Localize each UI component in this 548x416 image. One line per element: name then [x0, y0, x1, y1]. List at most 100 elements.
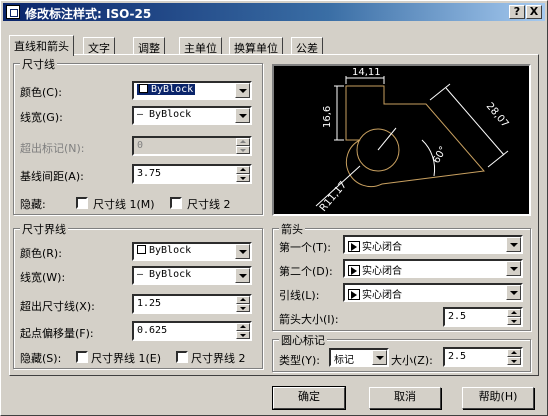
dim-right-text: 28,07	[484, 101, 511, 130]
ext-beyond-label: 超出尺寸线(X):	[20, 300, 95, 313]
color-swatch-icon	[139, 84, 148, 93]
chevron-down-icon[interactable]	[235, 83, 250, 98]
title-bar[interactable]: 修改标注样式: ISO-25 ? X	[3, 3, 545, 21]
spin-down-icon[interactable]	[507, 317, 521, 325]
arrow-second-value: 实心闭合	[348, 262, 402, 277]
ext-offset-label: 起点偏移量(F):	[20, 327, 94, 340]
tab-tolerances[interactable]: 公差	[291, 37, 323, 55]
dim-baseline-stepper[interactable]: 3.75	[132, 164, 252, 184]
ext-line	[429, 83, 451, 101]
preview-part-outline	[345, 85, 485, 188]
arrow-first-text: 实心闭合	[362, 242, 402, 253]
spin-down-icon	[236, 146, 250, 154]
help-button[interactable]: 帮助(H)	[462, 387, 534, 409]
arrow-leader-select[interactable]: 实心闭合	[343, 283, 523, 302]
dimension-lines-group: 尺寸线 颜色(C): ByBlock 线宽(G): — ByBlock 超出标记…	[13, 56, 263, 215]
ext-offset-value: 0.625	[137, 325, 168, 336]
tab-text[interactable]: 文字	[83, 37, 115, 55]
suppress-dim-line-1-checkbox[interactable]	[76, 197, 88, 209]
dim-baseline-value: 3.75	[137, 168, 162, 179]
dim-color-label: 颜色(C):	[20, 86, 62, 99]
chevron-down-icon[interactable]	[372, 350, 387, 365]
arrow-size-value: 2.5	[448, 311, 467, 322]
chevron-down-icon[interactable]	[506, 285, 521, 300]
dim-color-text: ByBlock	[151, 84, 194, 95]
chevron-down-icon[interactable]	[506, 237, 521, 252]
dim-top-text: 14,11	[352, 67, 381, 78]
extension-lines-group: 尺寸界线 颜色(R): ByBlock 线宽(W): — ByBlock 超出尺…	[13, 221, 263, 369]
dim-lineweight-select[interactable]: — ByBlock	[132, 106, 252, 125]
ext-lineweight-select[interactable]: — ByBlock	[132, 266, 252, 285]
spin-up-icon[interactable]	[507, 349, 521, 357]
center-type-value: 标记	[334, 355, 354, 366]
chevron-down-icon[interactable]	[235, 108, 250, 123]
ext-width-label: 线宽(W):	[20, 271, 66, 284]
color-swatch-icon	[137, 245, 146, 254]
dim-extend-stepper: 0	[132, 136, 252, 156]
suppress-ext-line-2-label: 尺寸界线 2	[191, 352, 246, 365]
spin-down-icon[interactable]	[236, 331, 250, 339]
arrow-size-label: 箭头大小(I):	[279, 313, 339, 326]
arrow-first-select[interactable]: 实心闭合	[343, 235, 523, 254]
ext-offset-stepper[interactable]: 0.625	[132, 321, 252, 341]
spin-up-icon	[236, 138, 250, 146]
center-size-stepper[interactable]: 2.5	[443, 347, 523, 367]
chevron-down-icon[interactable]	[506, 261, 521, 276]
closed-filled-arrow-icon	[348, 265, 360, 276]
arrow-second-select[interactable]: 实心闭合	[343, 259, 523, 278]
closed-filled-arrow-icon	[348, 289, 360, 300]
spin-up-icon[interactable]	[507, 309, 521, 317]
tab-lines-arrows[interactable]: 直线和箭头	[9, 35, 74, 56]
arrow-size-stepper[interactable]: 2.5	[443, 307, 523, 327]
suppress-dim-line-1-label: 尺寸线 1(M)	[93, 198, 155, 211]
dim-baseline-label: 基线间距(A):	[20, 170, 84, 183]
chevron-down-icon[interactable]	[235, 268, 250, 283]
ext-beyond-stepper[interactable]: 1.25	[132, 294, 252, 314]
ext-beyond-value: 1.25	[137, 298, 162, 309]
ext-color-value: ByBlock	[137, 245, 191, 256]
tab-fit[interactable]: 调整	[133, 37, 165, 55]
arrowheads-legend: 箭头	[279, 221, 305, 237]
arrow-leader-label: 引线(L):	[279, 289, 320, 302]
spin-up-icon[interactable]	[236, 323, 250, 331]
tab-alternate-units[interactable]: 换算单位	[229, 37, 283, 55]
radius-text: R11,17	[318, 180, 349, 214]
app-icon	[6, 5, 20, 19]
tab-primary-units[interactable]: 主单位	[179, 37, 222, 55]
center-type-select[interactable]: 标记	[329, 348, 389, 367]
close-icon[interactable]: X	[526, 5, 542, 19]
arrow-second-text: 实心闭合	[362, 266, 402, 277]
dimension-preview: 14,11 16,6 28,07 60° R11,17	[272, 64, 531, 216]
center-size-label: 大小(Z):	[391, 354, 433, 367]
dim-color-select[interactable]: ByBlock	[132, 81, 252, 100]
chevron-down-icon[interactable]	[235, 244, 250, 259]
suppress-dim-line-2-checkbox[interactable]	[170, 197, 182, 209]
arrow-first-label: 第一个(T):	[279, 241, 332, 254]
center-size-value: 2.5	[448, 351, 467, 362]
ok-button[interactable]: 确定	[272, 386, 346, 410]
ext-color-select[interactable]: ByBlock	[132, 242, 252, 261]
dim-extend-label: 超出标记(N):	[20, 142, 85, 155]
center-marks-group: 圆心标记 类型(Y): 标记 大小(Z): 2.5	[272, 332, 531, 372]
spin-down-icon[interactable]	[507, 357, 521, 365]
ext-suppress-label: 隐藏(S):	[20, 352, 62, 365]
spin-down-icon[interactable]	[236, 174, 250, 182]
suppress-ext-line-2-checkbox[interactable]	[176, 351, 188, 363]
dimension-lines-legend: 尺寸线	[20, 56, 57, 72]
extension-lines-legend: 尺寸界线	[20, 221, 68, 237]
dim-color-value: ByBlock	[137, 84, 196, 95]
suppress-ext-line-1-label: 尺寸界线 1(E)	[91, 352, 162, 365]
closed-filled-arrow-icon	[348, 241, 360, 252]
preview-drawing: 14,11 16,6 28,07 60° R11,17	[315, 67, 511, 214]
cancel-button[interactable]: 取消	[369, 387, 441, 409]
spin-down-icon[interactable]	[236, 304, 250, 312]
ext-width-value: — ByBlock	[137, 269, 192, 280]
arrow-first-value: 实心闭合	[348, 238, 402, 253]
dim-width-value: — ByBlock	[137, 109, 192, 120]
center-marks-legend: 圆心标记	[279, 332, 327, 348]
suppress-ext-line-1-checkbox[interactable]	[76, 351, 88, 363]
spin-up-icon[interactable]	[236, 166, 250, 174]
ext-line	[487, 150, 509, 168]
spin-up-icon[interactable]	[236, 296, 250, 304]
help-icon[interactable]: ?	[509, 5, 525, 19]
